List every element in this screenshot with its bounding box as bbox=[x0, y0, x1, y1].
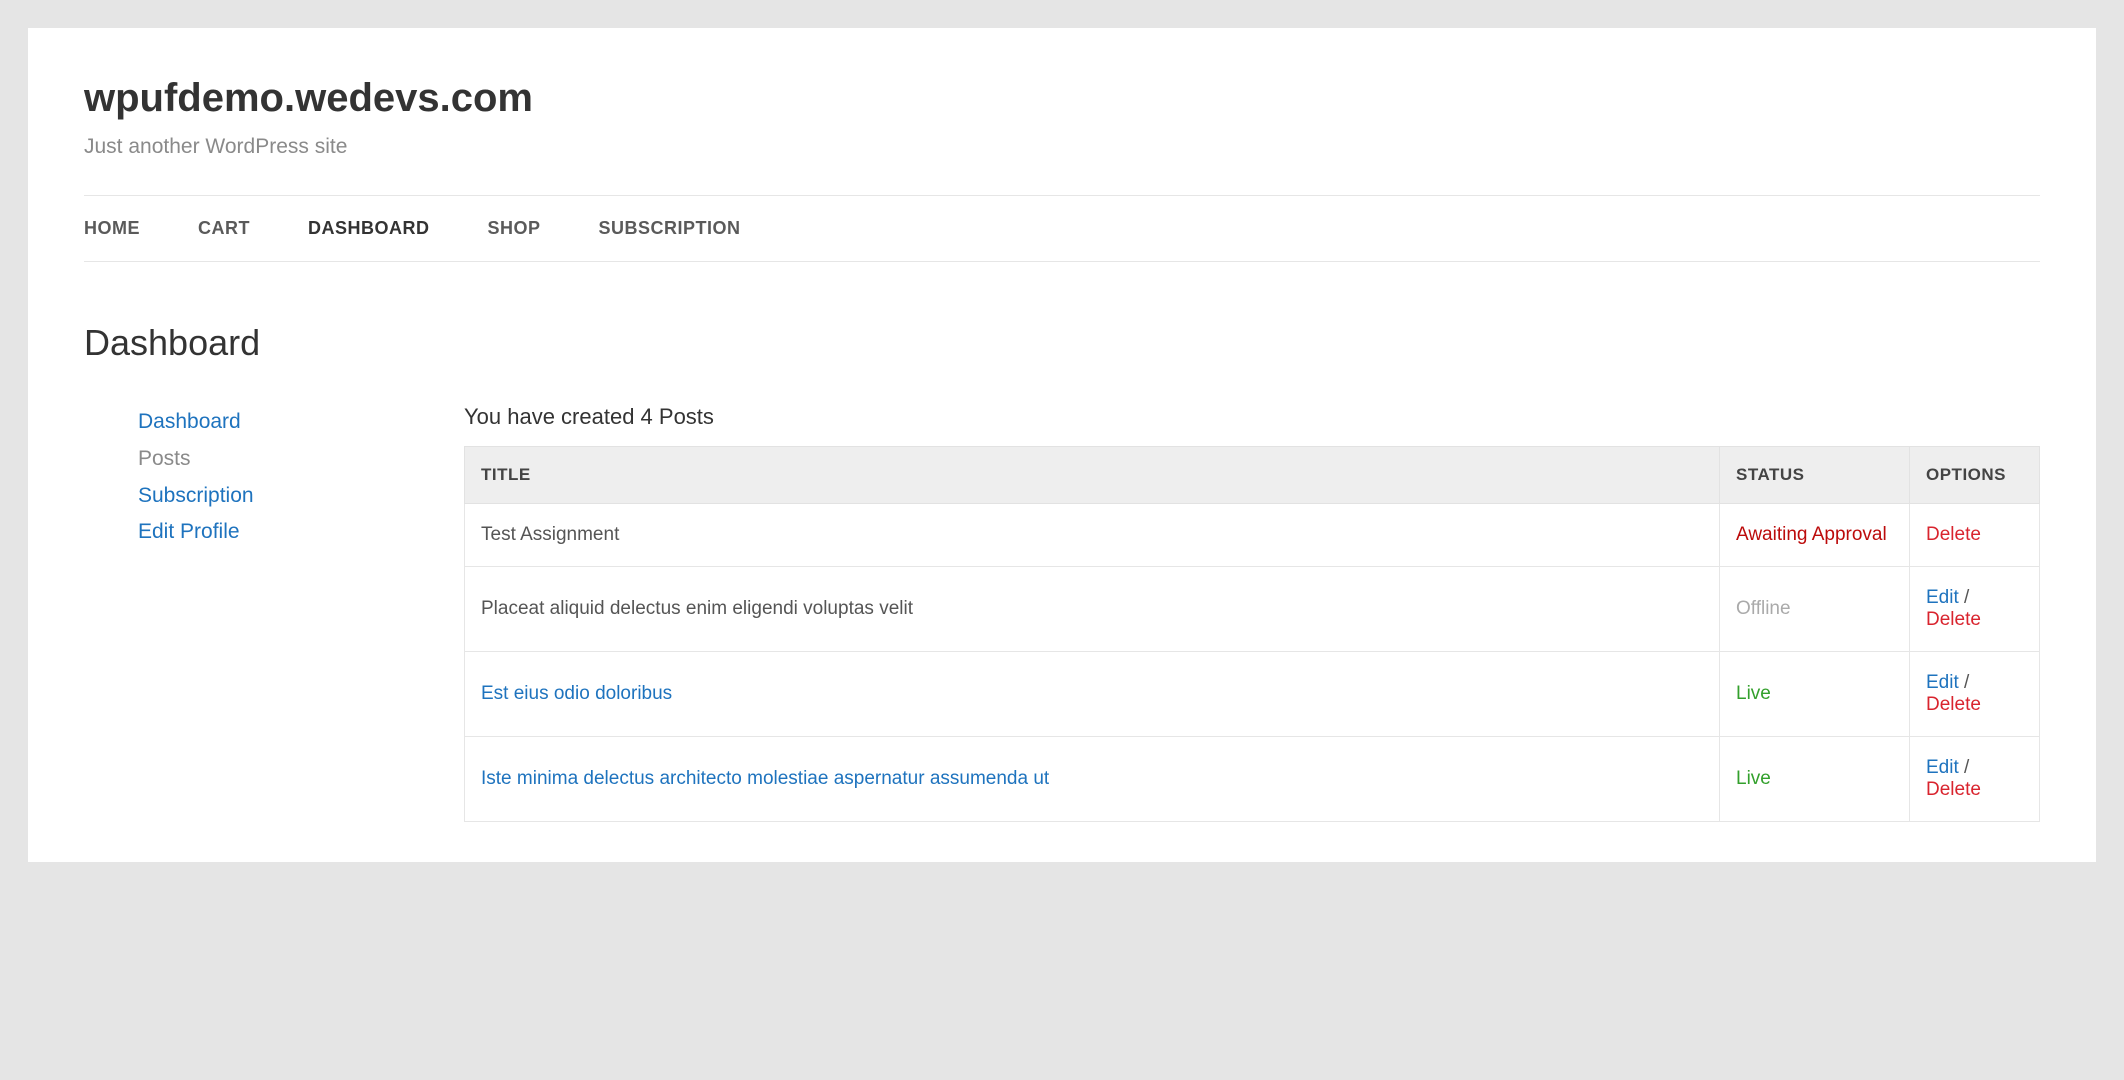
post-options: Edit / Delete bbox=[1910, 737, 2040, 822]
nav-item-home[interactable]: HOME bbox=[84, 218, 140, 239]
posts-section: You have created 4 Posts TITLE STATUS OP… bbox=[464, 404, 2040, 822]
dash-nav-item-edit-profile[interactable]: Edit Profile bbox=[138, 514, 424, 551]
dashboard-nav: DashboardPostsSubscriptionEdit Profile bbox=[84, 404, 424, 822]
post-title: Placeat aliquid delectus enim eligendi v… bbox=[465, 567, 1720, 652]
nav-item-shop[interactable]: SHOP bbox=[488, 218, 541, 239]
table-row: Placeat aliquid delectus enim eligendi v… bbox=[465, 567, 2040, 652]
post-status: Offline bbox=[1720, 567, 1910, 652]
table-row: Iste minima delectus architecto molestia… bbox=[465, 737, 2040, 822]
post-options: Edit / Delete bbox=[1910, 652, 2040, 737]
site-title: wpufdemo.wedevs.com bbox=[84, 76, 2040, 121]
posts-heading: You have created 4 Posts bbox=[464, 404, 2040, 430]
delete-link[interactable]: Delete bbox=[1926, 524, 1981, 545]
option-separator: / bbox=[1959, 672, 1970, 693]
post-status: Live bbox=[1720, 652, 1910, 737]
dash-nav-item-dashboard[interactable]: Dashboard bbox=[138, 404, 424, 441]
table-row: Test AssignmentAwaiting Approval Delete bbox=[465, 504, 2040, 567]
nav-item-subscription[interactable]: SUBSCRIPTION bbox=[599, 218, 741, 239]
posts-table: TITLE STATUS OPTIONS Test AssignmentAwai… bbox=[464, 446, 2040, 822]
table-row: Est eius odio doloribusLiveEdit / Delete bbox=[465, 652, 2040, 737]
nav-item-cart[interactable]: CART bbox=[198, 218, 250, 239]
delete-link[interactable]: Delete bbox=[1926, 779, 1981, 800]
col-options: OPTIONS bbox=[1910, 447, 2040, 504]
post-title[interactable]: Iste minima delectus architecto molestia… bbox=[465, 737, 1720, 822]
dash-nav-item-subscription[interactable]: Subscription bbox=[138, 478, 424, 515]
content-wrap: DashboardPostsSubscriptionEdit Profile Y… bbox=[84, 404, 2040, 822]
option-separator: / bbox=[1959, 757, 1970, 778]
dash-nav-item-posts[interactable]: Posts bbox=[138, 441, 424, 478]
col-status: STATUS bbox=[1720, 447, 1910, 504]
post-title: Test Assignment bbox=[465, 504, 1720, 567]
col-title: TITLE bbox=[465, 447, 1720, 504]
edit-link[interactable]: Edit bbox=[1926, 587, 1959, 608]
post-options: Edit / Delete bbox=[1910, 567, 2040, 652]
post-status: Live bbox=[1720, 737, 1910, 822]
delete-link[interactable]: Delete bbox=[1926, 609, 1981, 630]
main-nav: HOME CART DASHBOARD SHOP SUBSCRIPTION bbox=[84, 195, 2040, 262]
edit-link[interactable]: Edit bbox=[1926, 757, 1959, 778]
delete-link[interactable]: Delete bbox=[1926, 694, 1981, 715]
site-container: wpufdemo.wedevs.com Just another WordPre… bbox=[28, 28, 2096, 862]
option-separator: / bbox=[1959, 587, 1970, 608]
post-status: Awaiting Approval bbox=[1720, 504, 1910, 567]
post-options: Delete bbox=[1910, 504, 2040, 567]
edit-link[interactable]: Edit bbox=[1926, 672, 1959, 693]
site-description: Just another WordPress site bbox=[84, 135, 2040, 159]
page-title: Dashboard bbox=[84, 322, 2040, 364]
nav-item-dashboard[interactable]: DASHBOARD bbox=[308, 218, 430, 239]
post-title[interactable]: Est eius odio doloribus bbox=[465, 652, 1720, 737]
